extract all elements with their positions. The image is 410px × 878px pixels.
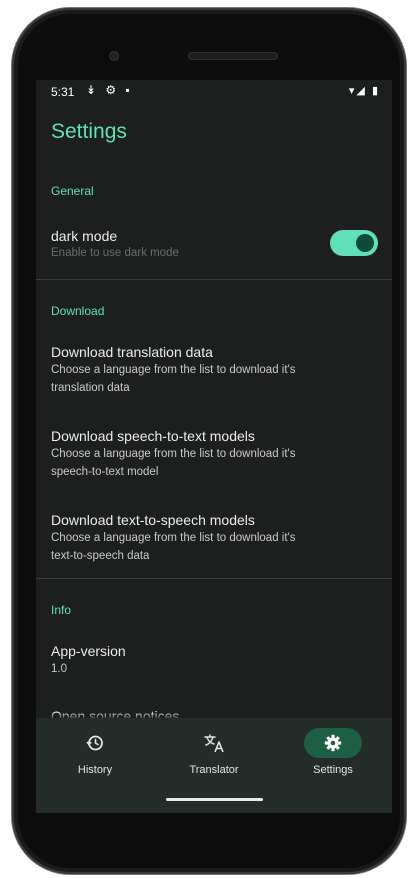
download-tts-subtitle-2: text-to-speech data xyxy=(51,550,150,562)
gear-icon xyxy=(324,734,342,752)
nav-label-history: History xyxy=(77,764,113,776)
dark-mode-subtitle: Enable to use dark mode xyxy=(51,247,179,259)
app-version-value: 1.0 xyxy=(51,663,67,675)
status-signal-battery-icons: ▾◢ ▮ xyxy=(348,85,380,97)
translate-icon xyxy=(204,734,224,753)
divider xyxy=(36,578,392,579)
app-screen: 5:31 ↡ ⚙ ▪ ▾◢ ▮ Settings General dark mo… xyxy=(36,80,392,813)
history-icon-container xyxy=(66,728,124,758)
status-time: 5:31 xyxy=(51,85,75,99)
download-tts-subtitle-1: Choose a language from the list to downl… xyxy=(51,532,296,544)
gesture-bar[interactable] xyxy=(166,798,263,801)
nav-label-translator: Translator xyxy=(189,764,239,776)
download-tts-title: Download text-to-speech models xyxy=(51,512,255,528)
download-translation-subtitle-1: Choose a language from the list to downl… xyxy=(51,364,296,376)
download-translation-title: Download translation data xyxy=(51,344,213,360)
status-bar: 5:31 ↡ ⚙ ▪ ▾◢ ▮ xyxy=(36,80,392,104)
dark-mode-title: dark mode xyxy=(51,228,118,244)
earpiece-speaker xyxy=(188,52,278,60)
dark-mode-toggle[interactable] xyxy=(330,230,378,256)
nav-label-settings: Settings xyxy=(313,764,353,776)
nav-item-settings[interactable]: Settings xyxy=(274,718,392,790)
app-version-title: App-version xyxy=(51,643,126,659)
page-title: Settings xyxy=(51,120,127,143)
toggle-knob xyxy=(356,234,374,252)
download-stt-title: Download speech-to-text models xyxy=(51,428,255,444)
nav-item-translator[interactable]: Translator xyxy=(155,718,273,790)
history-icon xyxy=(86,735,103,751)
status-notification-icons: ↡ ⚙ ▪ xyxy=(86,83,133,97)
translate-icon-container xyxy=(185,728,243,758)
section-header-download: Download xyxy=(51,304,105,318)
settings-active-indicator xyxy=(304,728,362,758)
nav-item-history[interactable]: History xyxy=(36,718,154,790)
section-header-info: Info xyxy=(51,603,72,617)
section-header-general: General xyxy=(51,184,94,198)
download-stt-subtitle-1: Choose a language from the list to downl… xyxy=(51,448,296,460)
front-camera xyxy=(109,51,119,61)
divider xyxy=(36,279,392,280)
download-stt-subtitle-2: speech-to-text model xyxy=(51,466,159,478)
download-translation-subtitle-2: translation data xyxy=(51,382,130,394)
